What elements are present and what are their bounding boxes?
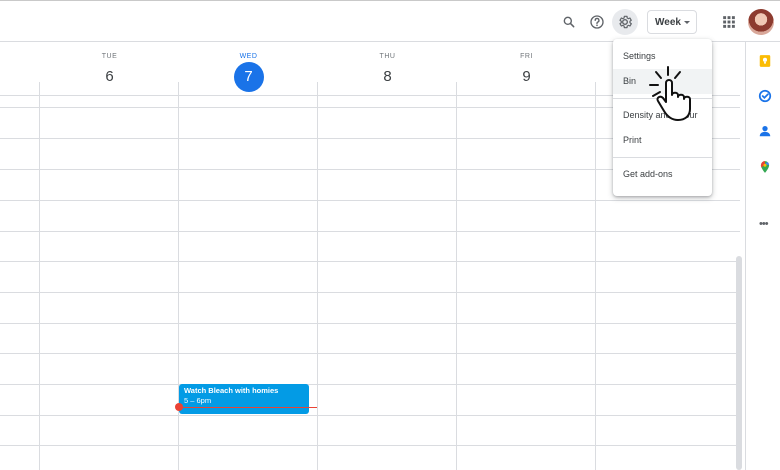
hand-pointer-icon: [649, 66, 691, 121]
view-selector-label: Week: [655, 16, 681, 28]
hour-line: [0, 261, 740, 262]
help-icon[interactable]: [584, 9, 610, 35]
hour-line: [0, 292, 740, 293]
settings-gear-icon[interactable]: [612, 9, 638, 35]
hour-line: [0, 384, 740, 385]
search-icon[interactable]: [556, 9, 582, 35]
day-of-week: FRI: [520, 53, 533, 60]
top-bar: Week: [0, 0, 780, 42]
tasks-icon[interactable]: [758, 89, 772, 103]
menu-item-get-add-ons[interactable]: Get add-ons: [613, 162, 712, 187]
apps-grid-icon[interactable]: [716, 9, 742, 35]
hour-line: [0, 415, 740, 416]
day-number[interactable]: 8: [318, 67, 457, 87]
day-number[interactable]: 6: [40, 67, 179, 87]
view-selector[interactable]: Week: [647, 10, 697, 34]
day-of-week: THU: [379, 53, 396, 60]
day-number-today[interactable]: 7: [233, 62, 264, 92]
day-header-fri[interactable]: FRI 9: [457, 42, 596, 85]
hour-line: [0, 445, 740, 446]
event-time: 5 – 6pm: [184, 396, 212, 405]
contacts-icon[interactable]: [758, 124, 772, 138]
calendar-event[interactable]: Watch Bleach with homies 5 – 6pm: [179, 384, 309, 414]
day-header-thu[interactable]: THU 8: [318, 42, 457, 85]
current-time-line: [179, 407, 317, 408]
current-time-dot: [175, 403, 183, 411]
hour-line: [0, 200, 740, 201]
menu-divider: [613, 157, 712, 158]
menu-item-print[interactable]: Print: [613, 128, 712, 153]
keep-icon[interactable]: [758, 54, 772, 68]
column-divider: [456, 82, 457, 470]
hour-line: [0, 323, 740, 324]
hour-line: [0, 231, 740, 232]
column-divider: [595, 82, 596, 470]
more-icon[interactable]: •••: [759, 219, 769, 230]
chevron-down-icon: [684, 21, 690, 24]
day-of-week: TUE: [101, 53, 118, 60]
side-panel: •••: [745, 42, 780, 470]
avatar[interactable]: [748, 9, 774, 35]
scrollbar[interactable]: [736, 256, 742, 470]
column-divider: [39, 82, 40, 470]
hour-line: [0, 353, 740, 354]
day-number[interactable]: 9: [457, 67, 596, 87]
day-header-tue[interactable]: TUE 6: [40, 42, 179, 85]
maps-icon[interactable]: [758, 160, 772, 174]
calendar-app: Week TUE 6 WED 7 THU 8 FRI 9 Watch Bleac…: [0, 0, 780, 470]
column-divider: [317, 82, 318, 470]
event-title: Watch Bleach with homies: [184, 386, 279, 395]
day-header-wed[interactable]: WED 7: [179, 42, 318, 92]
